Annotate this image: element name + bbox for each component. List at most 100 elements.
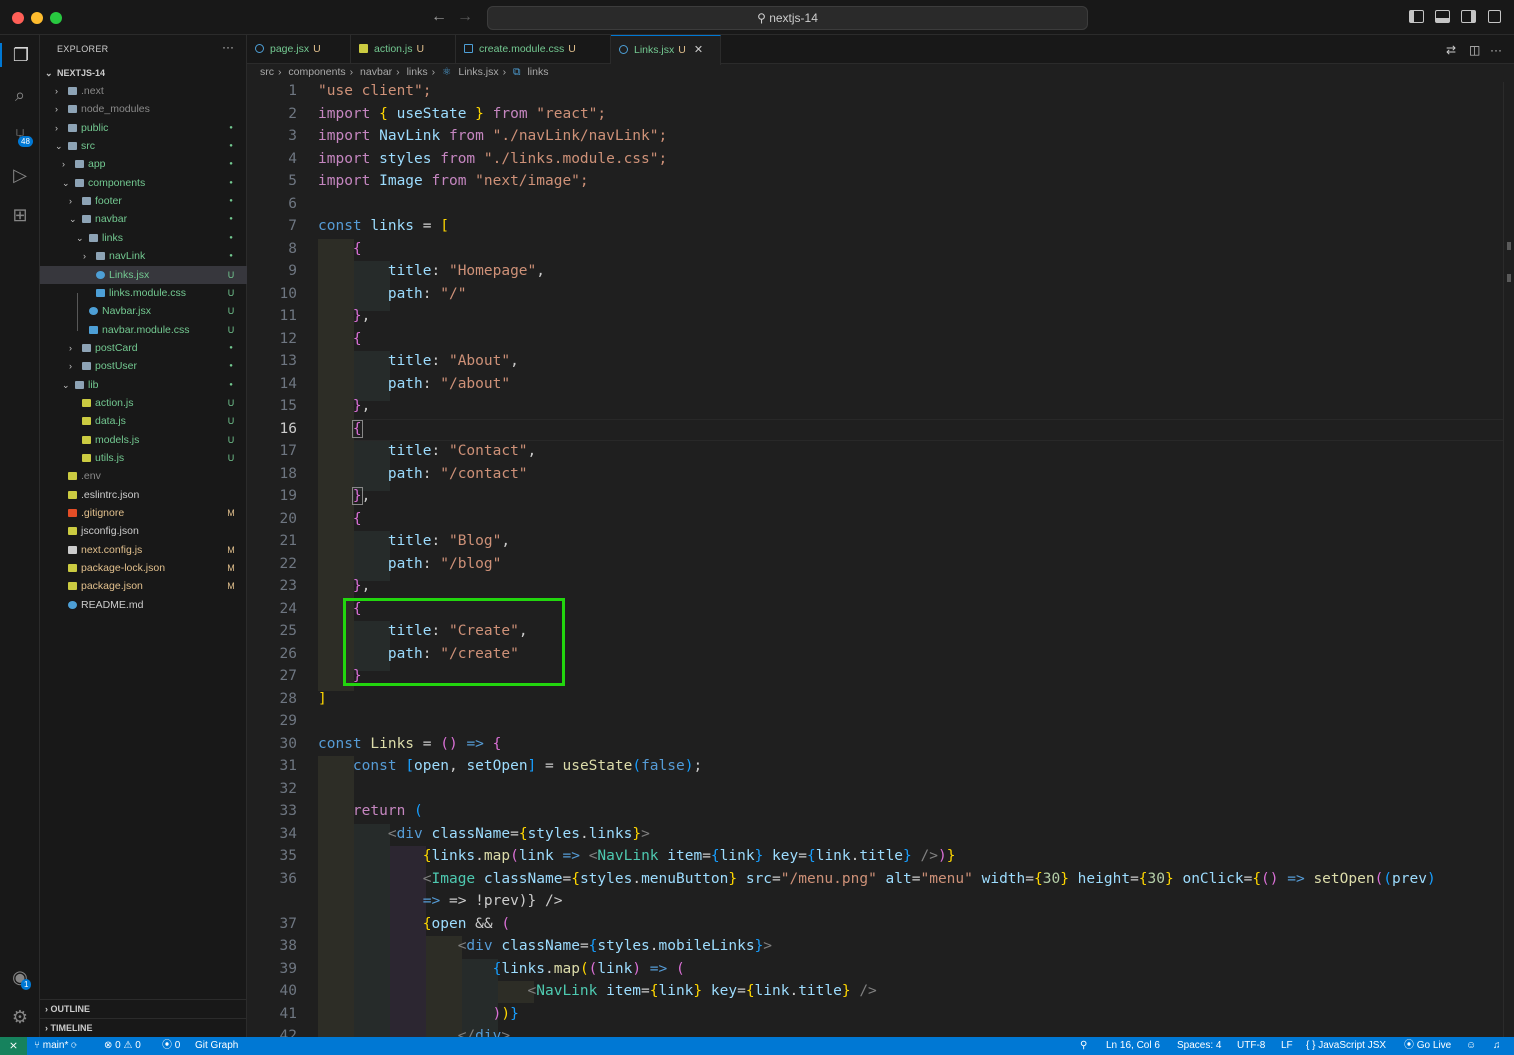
back-arrow-icon[interactable]: ←	[431, 8, 447, 26]
encoding-setting[interactable]: UTF-8	[1237, 1037, 1265, 1055]
git-graph-button[interactable]: Git Graph	[195, 1037, 238, 1055]
git-status-badge: ●	[229, 381, 233, 388]
tree-item[interactable]: › app ●	[40, 155, 247, 173]
close-window-button[interactable]	[12, 12, 24, 24]
outline-section[interactable]: › OUTLINE	[40, 999, 247, 1018]
feedback-icon[interactable]: ☺	[1466, 1037, 1476, 1055]
minimize-window-button[interactable]	[31, 12, 43, 24]
tree-item[interactable]: › navLink ●	[40, 247, 247, 265]
tree-item[interactable]: models.js U	[40, 431, 247, 449]
chevron-right-icon: ›	[45, 1023, 48, 1033]
explorer-icon[interactable]: ❐	[0, 43, 40, 67]
react-icon	[619, 45, 628, 54]
breadcrumb-item[interactable]: links	[527, 66, 548, 78]
tab-create-module-css[interactable]: create.module.css U	[456, 35, 611, 64]
tree-item[interactable]: › .next	[40, 82, 247, 100]
tree-item-label: package.json	[81, 580, 143, 593]
folder-open-icon	[89, 233, 98, 242]
breadcrumb-item[interactable]: navbar	[360, 66, 392, 78]
error-icon: ⊗	[104, 1040, 116, 1051]
breadcrumb-item[interactable]: links	[407, 66, 428, 78]
code-line: ))}	[492, 1006, 519, 1022]
tab-page-jsx[interactable]: page.jsx U	[247, 35, 351, 64]
tree-item[interactable]: jsconfig.json	[40, 522, 247, 540]
run-debug-icon[interactable]: ▷	[8, 163, 32, 187]
zoom-icon[interactable]: ⚲	[1080, 1037, 1087, 1055]
language-label: JavaScript JSX	[1318, 1040, 1387, 1051]
tree-item[interactable]: › node_modules	[40, 100, 247, 118]
language-mode[interactable]: { } JavaScript JSX	[1306, 1037, 1386, 1055]
bell-icon[interactable]: ♫	[1493, 1037, 1501, 1055]
line-number: 1	[288, 83, 297, 99]
split-editor-icon[interactable]: ◫	[1469, 43, 1480, 57]
tree-item[interactable]: .env	[40, 467, 247, 485]
tree-item[interactable]: .eslintrc.json	[40, 486, 247, 504]
more-actions-icon[interactable]: ···	[222, 40, 234, 54]
toggle-secondary-sidebar-icon[interactable]	[1461, 10, 1476, 23]
tree-item[interactable]: ⌄ src ●	[40, 137, 247, 155]
tree-item[interactable]: navbar.module.css U	[40, 321, 247, 339]
tree-item[interactable]: next.config.js M	[40, 541, 247, 559]
more-actions-icon[interactable]: ···	[1490, 43, 1502, 57]
tree-item-label: action.js	[95, 396, 134, 409]
tree-item[interactable]: Links.jsx U	[40, 265, 247, 284]
remote-indicator-icon[interactable]: ⨯	[0, 1037, 27, 1055]
tab-links-jsx[interactable]: Links.jsx U ✕	[611, 35, 721, 65]
eol-setting[interactable]: LF	[1281, 1037, 1293, 1055]
tree-item[interactable]: package-lock.json M	[40, 559, 247, 577]
toggle-primary-sidebar-icon[interactable]	[1409, 10, 1424, 23]
branch-indicator[interactable]: ⑂ main* ⟳	[34, 1037, 77, 1055]
editor-scrollbar[interactable]	[1503, 82, 1514, 1037]
go-live-button[interactable]: ⦿ Go Live	[1404, 1037, 1451, 1055]
breadcrumb-item[interactable]: components	[288, 66, 345, 78]
tree-item[interactable]: ⌄ lib ●	[40, 376, 247, 394]
toggle-panel-icon[interactable]	[1435, 10, 1450, 23]
tab-action-js[interactable]: action.js U	[351, 35, 456, 64]
workspace-root[interactable]: ⌄ NEXTJS-14	[40, 64, 247, 82]
git-status-badge: ●	[229, 124, 233, 131]
tree-item[interactable]: ⌄ components ●	[40, 174, 247, 192]
tree-item[interactable]: .gitignore M	[40, 504, 247, 522]
chevron-right-icon: ›	[69, 196, 72, 207]
tree-item[interactable]: action.js U	[40, 394, 247, 412]
chevron-down-icon: ⌄	[62, 177, 70, 188]
problems-indicator[interactable]: ⊗ 0 ⚠ 0	[104, 1037, 141, 1055]
git-status-badge: U	[227, 324, 235, 335]
tree-item[interactable]: utils.js U	[40, 449, 247, 467]
tree-item[interactable]: data.js U	[40, 412, 247, 430]
tree-item[interactable]: README.md	[40, 596, 247, 614]
tree-item[interactable]: › postCard ●	[40, 339, 247, 357]
code-editor[interactable]: 1 2 3 4 5 6 7 8 9 10 11 12 13 14 15 16 17 18 19 20 21 22 23 24 2…	[247, 82, 1503, 1037]
command-center-search[interactable]: ⚲ nextjs-14	[487, 6, 1088, 30]
close-tab-icon[interactable]: ✕	[694, 44, 703, 56]
gear-icon[interactable]: ⚙	[8, 1005, 32, 1029]
tree-item-label: components	[88, 176, 146, 189]
tree-item[interactable]: Navbar.jsx U	[40, 302, 247, 320]
line-number: 6	[288, 196, 297, 212]
git-status-badge: ●	[229, 198, 233, 205]
search-icon[interactable]: ⌕	[8, 83, 32, 107]
extensions-icon[interactable]: ⊞	[8, 203, 32, 227]
tree-item[interactable]: package.json M	[40, 577, 247, 595]
open-changes-icon[interactable]: ⇄	[1446, 43, 1456, 57]
line-number: 36	[279, 871, 297, 887]
folder-icon	[82, 362, 91, 371]
tree-item-label: navbar	[95, 213, 128, 226]
maximize-window-button[interactable]	[50, 12, 62, 24]
tree-item[interactable]: › public ●	[40, 119, 247, 137]
breadcrumb-item[interactable]: src	[260, 66, 274, 78]
ports-indicator[interactable]: ⦿ 0	[162, 1037, 180, 1055]
timeline-section[interactable]: › TIMELINE	[40, 1018, 247, 1037]
breadcrumb-item[interactable]: Links.jsx	[458, 66, 498, 78]
indentation-setting[interactable]: Spaces: 4	[1177, 1037, 1221, 1055]
tree-item[interactable]: › footer ●	[40, 192, 247, 210]
forward-arrow-icon[interactable]: →	[457, 8, 473, 26]
customize-layout-icon[interactable]	[1488, 10, 1501, 23]
tree-item[interactable]: links.module.css U	[40, 284, 247, 302]
tree-item[interactable]: ⌄ links ●	[40, 229, 247, 247]
tree-item[interactable]: ⌄ navbar ●	[40, 210, 247, 228]
cursor-position[interactable]: Ln 16, Col 6	[1106, 1037, 1160, 1055]
folder-icon	[68, 105, 77, 114]
tree-item-label: Links.jsx	[109, 268, 150, 281]
tree-item[interactable]: › postUser ●	[40, 357, 247, 375]
